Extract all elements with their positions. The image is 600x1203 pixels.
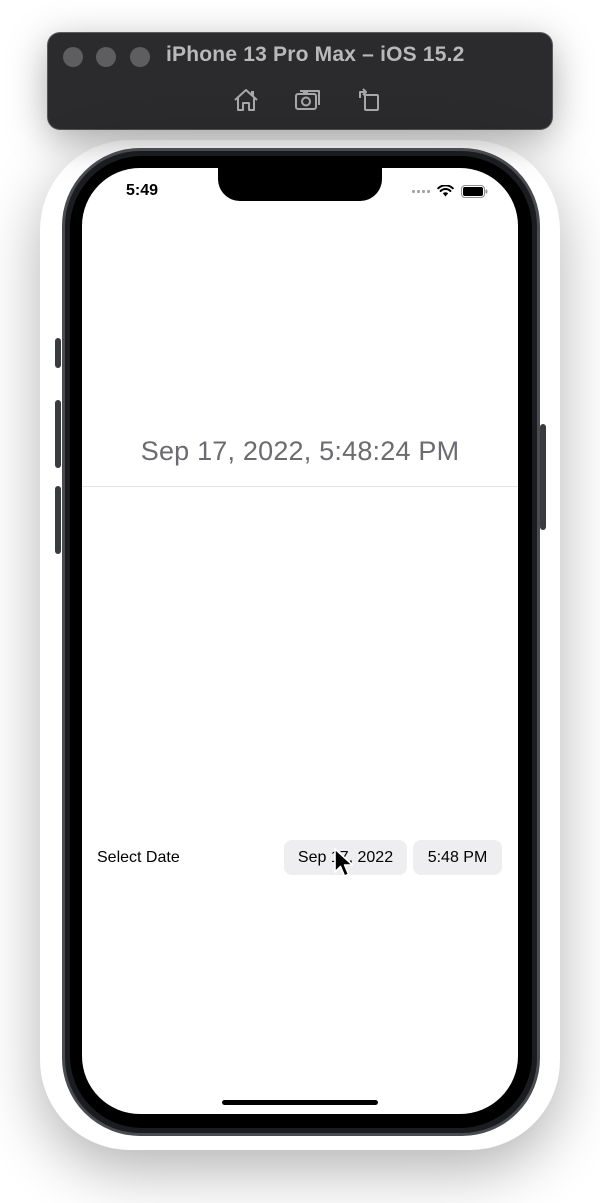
rotate-icon[interactable] (355, 85, 385, 115)
selected-datetime-text: Sep 17, 2022, 5:48:24 PM (140, 436, 460, 466)
volume-down-button (55, 486, 61, 554)
battery-icon (461, 184, 488, 198)
window-minimize-button[interactable] (96, 47, 116, 67)
divider (82, 486, 518, 487)
status-time: 5:49 (126, 182, 159, 199)
volume-up-button (55, 400, 61, 468)
home-icon[interactable] (231, 85, 261, 115)
window-zoom-button[interactable] (130, 47, 150, 67)
date-picker-row: Select Date Sep 17, 2022 5:48 PM (82, 840, 518, 876)
simulator-title: iPhone 13 Pro Max – iOS 15.2 (166, 43, 465, 66)
wifi-icon (437, 185, 454, 197)
cellular-dots-icon (412, 189, 430, 193)
time-picker-button[interactable]: 5:48 PM (413, 840, 502, 875)
status-icons (412, 184, 488, 198)
silent-switch (55, 338, 61, 368)
notch (218, 168, 382, 201)
date-picker-label: Select Date (97, 849, 180, 866)
power-button (540, 424, 546, 530)
window-close-button[interactable] (63, 47, 83, 67)
simulator-stage: iPhone 13 Pro Max – iOS 15.2 5:49 Sep 17… (0, 0, 600, 1203)
phone-screen: 5:49 Sep 17, 2022, 5:48:24 PM Select Dat… (82, 168, 518, 1114)
simulator-toolbar: iPhone 13 Pro Max – iOS 15.2 (48, 33, 552, 129)
mouse-pointer-icon (333, 848, 355, 878)
screenshot-icon[interactable] (293, 85, 323, 115)
home-indicator (222, 1100, 378, 1105)
